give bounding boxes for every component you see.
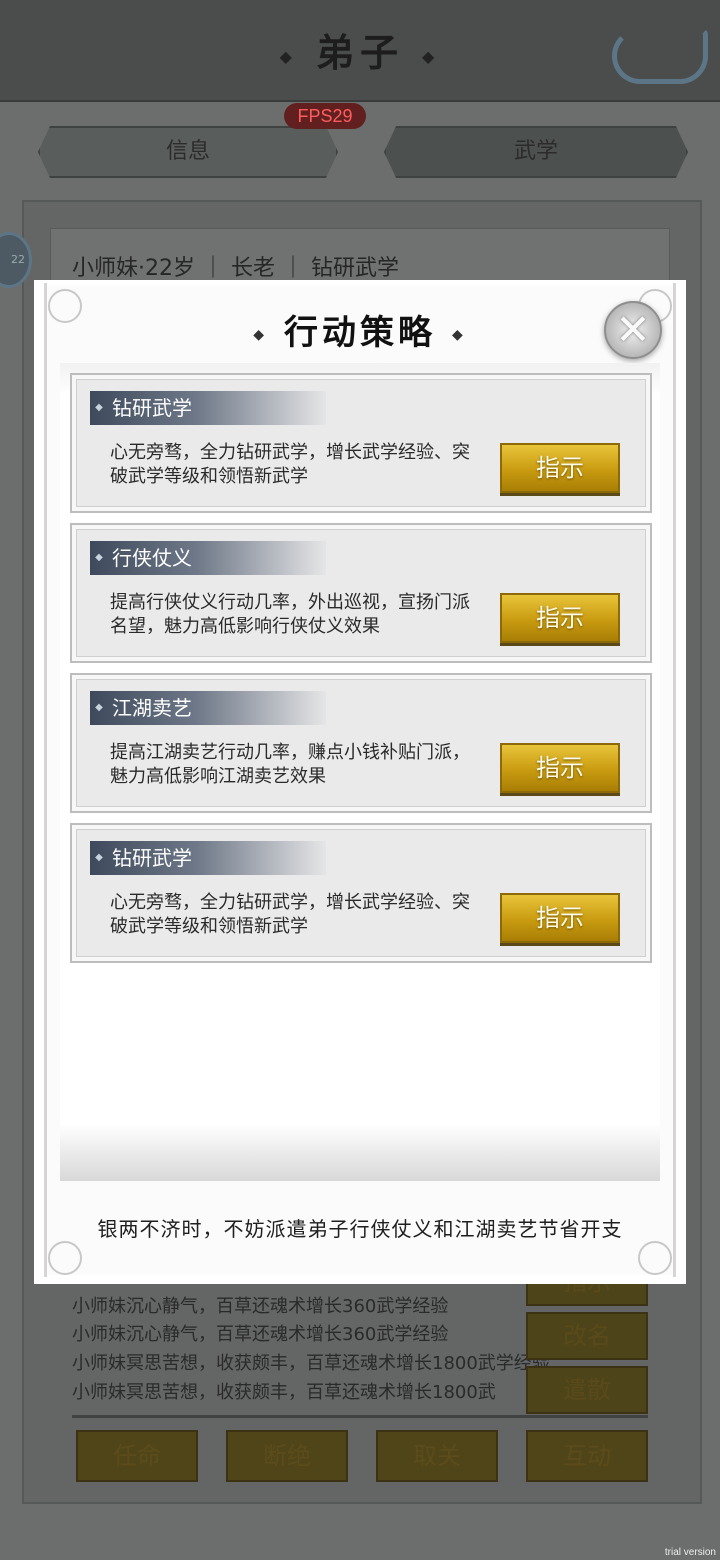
tab-martial-arts[interactable]: 武学: [384, 126, 688, 178]
log-line: 小师妹冥思苦想，收获颇丰，百草还魂术增长1800武: [72, 1382, 496, 1403]
back-arrow-icon[interactable]: [612, 28, 708, 84]
strategy-description: 心无旁骛，全力钻研武学，增长武学经验、突破武学等级和领悟新武学: [110, 442, 470, 487]
header-bar: ◆ 弟子 ◆: [0, 0, 720, 102]
close-icon: ✕: [615, 305, 651, 354]
modal-border: [44, 283, 47, 1277]
avatar-level: 22: [11, 253, 25, 266]
log-line: 小师妹沉心静气，百草还魂术增长360武学经验: [72, 1296, 449, 1317]
strategy-title: 钻研武学: [112, 396, 192, 420]
strategy-description: 心无旁骛，全力钻研武学，增长武学经验、突破武学等级和领悟新武学: [110, 892, 470, 937]
strategy-title: 江湖卖艺: [112, 696, 192, 720]
strategy-modal: ◆ 行动策略 ◆ ✕ ◆ 钻研武学 心无旁骛，全力钻研武学，增长武学经验、突破武学等…: [34, 280, 686, 1284]
strategy-title: 钻研武学: [112, 846, 192, 870]
sever-button[interactable]: 断绝: [226, 1430, 348, 1482]
page-title-text: 弟子: [315, 30, 404, 75]
modal-title: ◆ 行动策略 ◆: [34, 305, 686, 354]
strategy-list[interactable]: ◆ 钻研武学 心无旁骛，全力钻研武学，增长武学经验、突破武学等级和领悟新武学 指…: [60, 363, 660, 1181]
diamond-icon: ◆: [95, 702, 103, 713]
strategy-title: 行侠仗义: [112, 546, 192, 570]
rename-button[interactable]: 改名: [526, 1312, 648, 1360]
diamond-icon: ◆: [452, 327, 467, 343]
tab-label: 武学: [513, 139, 558, 164]
instruct-button[interactable]: 指示: [500, 443, 620, 493]
diamond-icon: ◆: [279, 47, 298, 66]
modal-border: [673, 283, 676, 1277]
modal-title-text: 行动策略: [284, 313, 436, 353]
tab-info[interactable]: 信息: [38, 126, 338, 178]
close-button[interactable]: ✕: [604, 301, 662, 359]
appoint-button[interactable]: 任命: [76, 1430, 198, 1482]
unfollow-button[interactable]: 取关: [376, 1430, 498, 1482]
tab-label: 信息: [165, 139, 210, 164]
watermark-text: trial version: [664, 1547, 716, 1558]
divider: [72, 1415, 648, 1418]
dismiss-button[interactable]: 遣散: [526, 1366, 648, 1414]
strategy-tag: ◆ 钻研武学: [90, 841, 326, 875]
strategy-tag: ◆ 钻研武学: [90, 391, 326, 425]
instruct-button[interactable]: 指示: [500, 743, 620, 793]
log-line: 小师妹沉心静气，百草还魂术增长360武学经验: [72, 1324, 449, 1345]
corner-ornament-icon: [638, 1241, 672, 1275]
strategy-card: ◆ 钻研武学 心无旁骛，全力钻研武学，增长武学经验、突破武学等级和领悟新武学 指…: [70, 823, 652, 963]
log-line: 小师妹冥思苦想，收获颇丰，百草还魂术增长1800武学经验: [72, 1353, 550, 1374]
instruct-button[interactable]: 指示: [500, 893, 620, 943]
diamond-icon: ◆: [95, 402, 103, 413]
strategy-card: ◆ 江湖卖艺 提高江湖卖艺行动几率，赚点小钱补贴门派，魅力高低影响江湖卖艺效果 …: [70, 673, 652, 813]
diamond-icon: ◆: [95, 852, 103, 863]
diamond-icon: ◆: [95, 552, 103, 563]
diamond-icon: ◆: [422, 47, 441, 66]
instruct-button[interactable]: 指示: [500, 593, 620, 643]
strategy-card: ◆ 钻研武学 心无旁骛，全力钻研武学，增长武学经验、突破武学等级和领悟新武学 指…: [70, 373, 652, 513]
hint-text: 银两不济时，不妨派遣弟子行侠仗义和江湖卖艺节省开支: [97, 1217, 623, 1241]
interact-button[interactable]: 互动: [526, 1430, 648, 1482]
fps-counter: FPS29: [284, 103, 366, 129]
strategy-tag: ◆ 江湖卖艺: [90, 691, 326, 725]
strategy-tag: ◆ 行侠仗义: [90, 541, 326, 575]
strategy-description: 提高行侠仗义行动几率，外出巡视，宣扬门派名望，魅力高低影响行侠仗义效果: [110, 592, 470, 637]
profile-summary: 小师妹·22岁 ｜ 长老 ｜ 钻研武学: [72, 256, 399, 281]
strategy-card: ◆ 行侠仗义 提高行侠仗义行动几率，外出巡视，宣扬门派名望，魅力高低影响行侠仗义…: [70, 523, 652, 663]
strategy-description: 提高江湖卖艺行动几率，赚点小钱补贴门派，魅力高低影响江湖卖艺效果: [110, 742, 470, 787]
diamond-icon: ◆: [253, 327, 268, 343]
corner-ornament-icon: [48, 1241, 82, 1275]
